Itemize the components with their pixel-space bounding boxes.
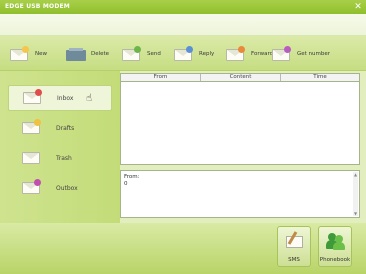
sidebar-item-trash[interactable]: Trash [8, 145, 112, 171]
reply-icon [172, 45, 196, 63]
sms-button-label: SMS [288, 257, 300, 263]
hand-cursor-icon: ☝ [86, 93, 93, 104]
sidebar-item-label: Inbox [57, 94, 74, 102]
column-header-from[interactable]: From [121, 74, 201, 81]
new-button-label: New [35, 51, 47, 57]
phonebook-button[interactable]: Phonebook [318, 226, 352, 267]
sidebar-item-label: Trash [56, 154, 72, 162]
toolbar: New Delete Send Reply Forward Get number [0, 36, 366, 71]
drafts-icon [22, 119, 44, 137]
new-message-icon [8, 45, 32, 63]
outbox-icon [22, 179, 44, 197]
detail-scrollbar[interactable]: ▲ ▼ [353, 172, 358, 216]
edge-usb-modem-window: EDGE USB MODEM ✕ New Delete Send Reply F… [0, 0, 366, 274]
phonebook-button-label: Phonebook [319, 257, 351, 263]
sidebar-item-label: Outbox [56, 184, 78, 192]
detail-from-label: From: [124, 174, 140, 180]
close-icon[interactable]: ✕ [353, 2, 363, 12]
detail-value: 0 [124, 181, 128, 187]
scroll-up-icon[interactable]: ▲ [353, 172, 358, 177]
get-number-button-label: Get number [297, 51, 331, 57]
send-icon [120, 45, 144, 63]
column-header-time[interactable]: Time [281, 74, 359, 81]
forward-button[interactable]: Forward [224, 43, 273, 65]
sidebar-item-outbox[interactable]: Outbox [8, 175, 112, 201]
delete-button[interactable]: Delete [64, 43, 109, 65]
reply-button[interactable]: Reply [172, 43, 214, 65]
title-bar[interactable]: EDGE USB MODEM ✕ [0, 0, 366, 14]
scroll-down-icon[interactable]: ▼ [353, 211, 358, 216]
new-button[interactable]: New [8, 43, 47, 65]
column-header-content[interactable]: Content [201, 74, 281, 81]
sms-button[interactable]: SMS [277, 226, 311, 267]
send-button[interactable]: Send [120, 43, 161, 65]
top-band [0, 14, 366, 36]
sms-icon [285, 231, 305, 251]
send-button-label: Send [147, 51, 161, 57]
message-table[interactable]: From Content Time [120, 73, 360, 165]
message-detail-pane[interactable]: From: 0 ▲ ▼ [120, 170, 360, 218]
sidebar-item-inbox[interactable]: Inbox [8, 85, 112, 111]
phonebook-icon [326, 231, 346, 251]
delete-button-label: Delete [91, 51, 110, 57]
get-number-button[interactable]: Get number [270, 43, 330, 65]
trash-icon [22, 149, 44, 167]
bottom-bar [0, 223, 366, 274]
forward-icon [224, 45, 248, 63]
sidebar-item-label: Drafts [56, 124, 75, 132]
table-header: From Content Time [121, 74, 359, 82]
reply-button-label: Reply [199, 51, 215, 57]
inbox-icon [23, 89, 45, 107]
window-title: EDGE USB MODEM [5, 3, 70, 10]
folder-sidebar: Inbox Drafts Trash Outbox [8, 77, 112, 217]
sidebar-item-drafts[interactable]: Drafts [8, 115, 112, 141]
delete-icon [64, 45, 88, 63]
get-number-icon [270, 45, 294, 63]
